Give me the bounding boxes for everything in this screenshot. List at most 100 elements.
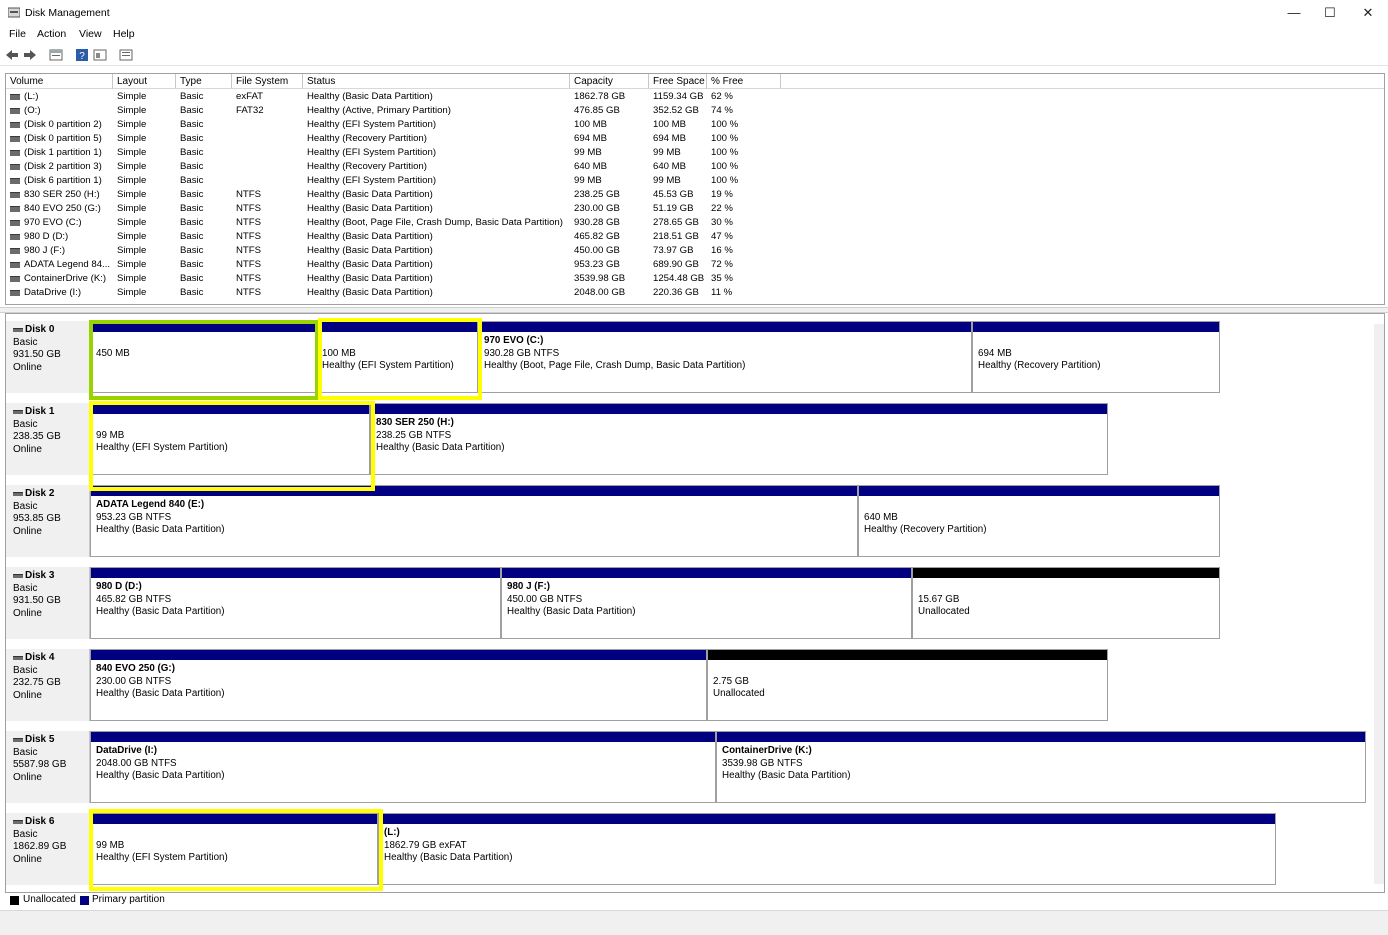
volume-cell-layout: Simple bbox=[117, 259, 147, 270]
volume-cell-type: Basic bbox=[180, 133, 204, 144]
volume-cell-status: Healthy (Basic Data Partition) bbox=[307, 273, 433, 284]
partition[interactable]: 980 D (D:) 465.82 GB NTFS Healthy (Basic D… bbox=[90, 567, 501, 639]
primary-partition-bar bbox=[479, 322, 971, 332]
disk-status: Online bbox=[13, 771, 42, 783]
disk-label[interactable]: Disk 4 Basic 232.75 GB Online bbox=[6, 649, 90, 721]
menu-view[interactable]: View bbox=[79, 28, 102, 40]
volume-cell-capacity: 99 MB bbox=[574, 175, 602, 186]
column-header-file-system[interactable]: File System bbox=[232, 74, 303, 89]
volume-row[interactable]: 840 EVO 250 (G:) Simple Basic NTFS Healthy (… bbox=[6, 202, 1384, 216]
volume-row[interactable]: (Disk 0 partition 2) Simple Basic Healthy (… bbox=[6, 118, 1384, 132]
partition[interactable]: 100 MB Healthy (EFI System Partition) bbox=[316, 321, 478, 393]
disk-label[interactable]: Disk 1 Basic 238.35 GB Online bbox=[6, 403, 90, 475]
volume-row[interactable]: (Disk 1 partition 1) Simple Basic Healthy (… bbox=[6, 146, 1384, 160]
column-header-free-space[interactable]: Free Space bbox=[649, 74, 707, 89]
disk-name: Disk 6 bbox=[13, 816, 89, 829]
close-button[interactable]: ✕ bbox=[1349, 0, 1387, 26]
volume-cell-layout: Simple bbox=[117, 287, 147, 298]
column-header-capacity[interactable]: Capacity bbox=[570, 74, 649, 89]
help-icon[interactable]: ? bbox=[75, 48, 89, 62]
volume-drive-icon bbox=[10, 178, 20, 184]
partition-title: 980 J (F:) bbox=[507, 581, 551, 592]
volume-row[interactable]: (O:) Simple Basic FAT32 Healthy (Active, Pri… bbox=[6, 104, 1384, 118]
menu-help[interactable]: Help bbox=[113, 28, 135, 40]
disk-label[interactable]: Disk 3 Basic 931.50 GB Online bbox=[6, 567, 90, 639]
maximize-button[interactable]: ☐ bbox=[1311, 0, 1349, 26]
volume-cell-status: Healthy (Recovery Partition) bbox=[307, 161, 427, 172]
forward-icon[interactable] bbox=[23, 48, 37, 62]
volume-drive-icon bbox=[10, 94, 20, 100]
column-header-type[interactable]: Type bbox=[176, 74, 232, 89]
partition[interactable]: (L:) 1862.79 GB exFAT Healthy (Basic Data … bbox=[378, 813, 1276, 885]
partition[interactable]: 840 EVO 250 (G:) 230.00 GB NTFS Healthy (B… bbox=[90, 649, 707, 721]
partition-title: 970 EVO (C:) bbox=[484, 335, 544, 346]
partition[interactable]: 980 J (F:) 450.00 GB NTFS Healthy (Basic D… bbox=[501, 567, 912, 639]
partition-line1: 2048.00 GB NTFS bbox=[96, 757, 177, 769]
partition[interactable]: 830 SER 250 (H:) 238.25 GB NTFS Healthy (B… bbox=[370, 403, 1108, 475]
properties-icon[interactable] bbox=[49, 48, 63, 62]
volume-cell-free: 220.36 GB bbox=[653, 287, 699, 298]
volume-row[interactable]: ADATA Legend 84... Simple Basic NTFS Healthy… bbox=[6, 258, 1384, 272]
volume-row[interactable]: 970 EVO (C:) Simple Basic NTFS Healthy (Boot… bbox=[6, 216, 1384, 230]
partition-line1: 694 MB bbox=[978, 347, 1012, 359]
volume-row[interactable]: 980 J (F:) Simple Basic NTFS Healthy (Basic … bbox=[6, 244, 1384, 258]
column-header-status[interactable]: Status bbox=[303, 74, 570, 89]
partition[interactable]: ContainerDrive (K:) 3539.98 GB NTFS Health… bbox=[716, 731, 1366, 803]
partition[interactable]: DataDrive (I:) 2048.00 GB NTFS Healthy (Ba… bbox=[90, 731, 716, 803]
volume-row[interactable]: DataDrive (I:) Simple Basic NTFS Healthy (Ba… bbox=[6, 286, 1384, 300]
volume-row[interactable]: 830 SER 250 (H:) Simple Basic NTFS Healthy (… bbox=[6, 188, 1384, 202]
volume-cell-status: Healthy (Basic Data Partition) bbox=[307, 245, 433, 256]
partition-line1: 2.75 GB bbox=[713, 675, 749, 687]
volume-row[interactable]: ContainerDrive (K:) Simple Basic NTFS Health… bbox=[6, 272, 1384, 286]
unallocated-space[interactable]: 15.67 GB Unallocated bbox=[912, 567, 1220, 639]
partition[interactable]: 99 MB Healthy (EFI System Partition) bbox=[90, 403, 370, 475]
disk-label[interactable]: Disk 2 Basic 953.85 GB Online bbox=[6, 485, 90, 557]
partition-text: ContainerDrive (K:) 3539.98 GB NTFS Health… bbox=[717, 742, 1365, 786]
disk-map-scrollbar[interactable] bbox=[1374, 324, 1384, 884]
primary-partition-bar bbox=[859, 486, 1219, 496]
column-header-layout[interactable]: Layout bbox=[113, 74, 176, 89]
volume-row[interactable]: 980 D (D:) Simple Basic NTFS Healthy (Basic … bbox=[6, 230, 1384, 244]
partition[interactable]: 640 MB Healthy (Recovery Partition) bbox=[858, 485, 1220, 557]
back-icon[interactable] bbox=[5, 48, 19, 62]
disk-label[interactable]: Disk 6 Basic 1862.89 GB Online bbox=[6, 813, 90, 885]
minimize-button[interactable]: — bbox=[1275, 0, 1313, 26]
menu-action[interactable]: Action bbox=[37, 28, 66, 40]
partition-title: 830 SER 250 (H:) bbox=[376, 417, 454, 428]
volume-cell-volume: 980 D (D:) bbox=[24, 231, 69, 242]
disk-label[interactable]: Disk 5 Basic 5587.98 GB Online bbox=[6, 731, 90, 803]
partition-line2: Healthy (EFI System Partition) bbox=[96, 442, 228, 453]
export-icon[interactable] bbox=[119, 48, 133, 62]
volume-drive-icon bbox=[10, 192, 20, 198]
primary-partition-bar bbox=[379, 814, 1275, 824]
menu-file[interactable]: File bbox=[9, 28, 26, 40]
primary-partition-bar bbox=[317, 322, 477, 332]
volume-cell-status: Healthy (Basic Data Partition) bbox=[307, 287, 433, 298]
unallocated-space[interactable]: 2.75 GB Unallocated bbox=[707, 649, 1108, 721]
primary-partition-bar bbox=[502, 568, 911, 578]
partition-spacer bbox=[96, 827, 372, 840]
partition[interactable]: 970 EVO (C:) 930.28 GB NTFS Healthy (Boot,… bbox=[478, 321, 972, 393]
volume-row[interactable]: (Disk 0 partition 5) Simple Basic Healthy (… bbox=[6, 132, 1384, 146]
disk-label[interactable]: Disk 0 Basic 931.50 GB Online bbox=[6, 321, 90, 393]
volume-row[interactable]: (L:) Simple Basic exFAT Healthy (Basic Data … bbox=[6, 90, 1384, 104]
menu-bar: File Action View Help bbox=[0, 27, 1388, 44]
volume-cell-pct: 100 % bbox=[711, 147, 739, 158]
volume-cell-capacity: 1862.78 GB bbox=[574, 91, 626, 102]
partition[interactable]: 694 MB Healthy (Recovery Partition) bbox=[972, 321, 1220, 393]
volume-cell-status: Healthy (Basic Data Partition) bbox=[307, 231, 433, 242]
partition-line2: Healthy (Basic Data Partition) bbox=[384, 852, 513, 863]
volume-cell-status: Healthy (Recovery Partition) bbox=[307, 133, 427, 144]
column-header-percent-free[interactable]: % Free bbox=[707, 74, 781, 89]
volume-row[interactable]: (Disk 2 partition 3) Simple Basic Healthy (… bbox=[6, 160, 1384, 174]
partition[interactable]: 450 MB bbox=[90, 321, 316, 393]
volume-row[interactable]: (Disk 6 partition 1) Simple Basic Healthy (… bbox=[6, 174, 1384, 188]
volume-cell-type: Basic bbox=[180, 189, 204, 200]
partition[interactable]: 99 MB Healthy (EFI System Partition) bbox=[90, 813, 378, 885]
volume-cell-status: Healthy (Boot, Page File, Crash Dump, Ba… bbox=[307, 217, 563, 228]
console-icon[interactable] bbox=[93, 48, 107, 62]
volume-cell-capacity: 238.25 GB bbox=[574, 189, 620, 200]
volume-cell-volume: (Disk 6 partition 1) bbox=[24, 175, 102, 186]
partition[interactable]: ADATA Legend 840 (E:) 953.23 GB NTFS Healt… bbox=[90, 485, 858, 557]
column-header-volume[interactable]: Volume bbox=[6, 74, 113, 89]
